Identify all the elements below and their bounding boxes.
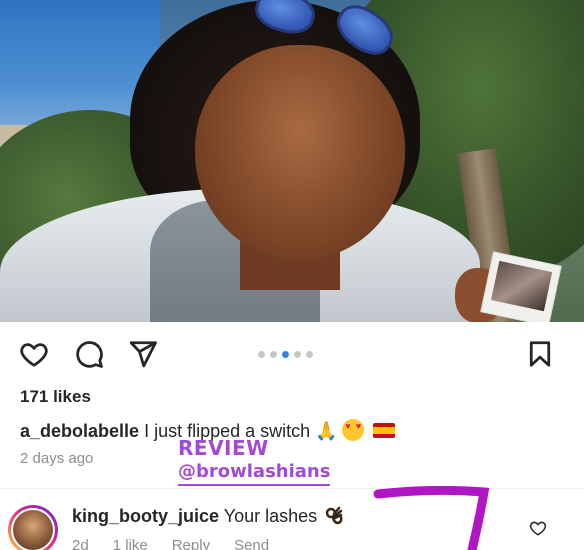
heart-eyes-emoji: [342, 419, 365, 441]
review-handle: @browlashians: [178, 460, 331, 486]
reply-button[interactable]: Reply: [172, 537, 210, 550]
ok-hand-emoji: [325, 506, 343, 525]
comment-bubble-icon[interactable]: [72, 337, 106, 371]
comment-likes[interactable]: 1 like: [113, 537, 148, 550]
comment-username[interactable]: king_booty_juice: [72, 506, 219, 526]
review-label: REVIEW: [178, 436, 269, 460]
carousel-dot: [270, 351, 277, 358]
carousel-dot: [306, 351, 313, 358]
carousel-indicator: [258, 351, 313, 358]
comment-age: 2d: [72, 537, 89, 550]
photo-face: [195, 45, 405, 260]
post-photo[interactable]: [0, 0, 584, 322]
caption-username[interactable]: a_debolabelle: [20, 421, 139, 441]
comment-body: king_booty_juice Your lashes: [72, 505, 344, 527]
post-timestamp: 2 days ago: [20, 450, 94, 467]
carousel-dot: [282, 351, 289, 358]
heart-icon[interactable]: [17, 337, 51, 371]
small-heart-icon[interactable]: [529, 519, 549, 539]
carousel-dot: [294, 351, 301, 358]
review-overlay: REVIEW @browlashians: [178, 436, 331, 486]
carousel-dot: [258, 351, 265, 358]
post-actions: [0, 330, 584, 378]
spain-flag-emoji: [373, 423, 396, 438]
comment-meta: 2d 1 like Reply Send: [72, 537, 269, 550]
comment-text: Your lashes: [223, 506, 318, 526]
likes-count[interactable]: 171 likes: [20, 387, 91, 407]
send-button[interactable]: Send: [234, 537, 269, 550]
paper-plane-icon[interactable]: [126, 337, 160, 371]
annotation-stroke: [373, 486, 490, 550]
bookmark-icon[interactable]: [523, 337, 557, 371]
avatar[interactable]: [8, 505, 58, 550]
photo-sunglasses: [250, 0, 415, 64]
